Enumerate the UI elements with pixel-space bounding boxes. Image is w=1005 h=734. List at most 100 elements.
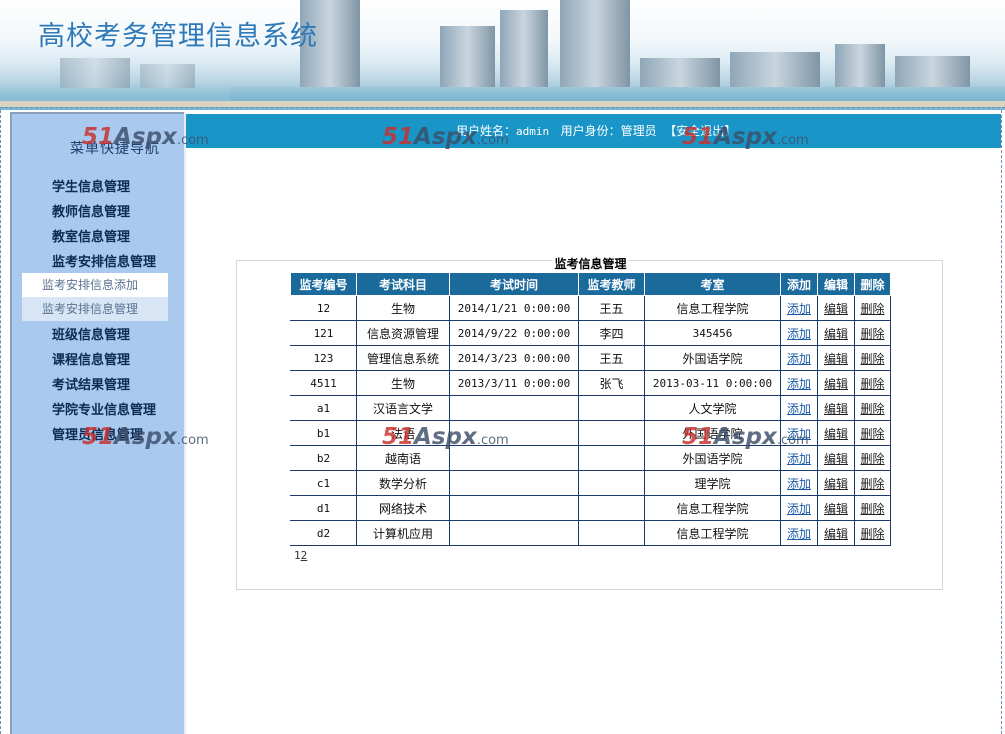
edit-link[interactable]: 编辑 [824, 377, 848, 391]
cell-room: 2013-03-11 0:00:00 [644, 370, 781, 396]
cell-teacher [578, 495, 645, 521]
sidebar-title: 菜单快捷导航 [70, 141, 160, 157]
add-link[interactable]: 添加 [787, 452, 811, 466]
cell-action: 添加 [780, 495, 818, 521]
edit-link[interactable]: 编辑 [824, 477, 848, 491]
panel-title: 监考信息管理 [552, 257, 629, 271]
edit-link[interactable]: 编辑 [824, 452, 848, 466]
cell-id: b1 [290, 420, 357, 446]
delete-link[interactable]: 删除 [860, 502, 884, 516]
user-role-label: 用户身份： [560, 124, 621, 138]
edit-link[interactable]: 编辑 [824, 527, 848, 541]
edit-link[interactable]: 编辑 [824, 427, 848, 441]
cell-action: 编辑 [817, 320, 855, 346]
banner-building [500, 10, 548, 88]
cell-action: 添加 [780, 370, 818, 396]
user-info: 用户姓名：admin 用户身份：管理员 【安全退出】 [456, 122, 736, 139]
cell-action: 删除 [854, 495, 891, 521]
sidebar-subitem-invigilation-manage[interactable]: 监考安排信息管理 [22, 297, 168, 321]
add-link[interactable]: 添加 [787, 302, 811, 316]
delete-link[interactable]: 删除 [860, 452, 884, 466]
delete-link[interactable]: 删除 [860, 377, 884, 391]
edit-link[interactable]: 编辑 [824, 302, 848, 316]
sidebar-item-admin[interactable]: 管理员信息管理 [52, 424, 143, 443]
delete-link[interactable]: 删除 [860, 527, 884, 541]
delete-link[interactable]: 删除 [860, 302, 884, 316]
cell-room: 外国语学院 [644, 345, 781, 371]
add-link[interactable]: 添加 [787, 327, 811, 341]
banner-building [140, 64, 195, 88]
sidebar-item-teacher[interactable]: 教师信息管理 [52, 201, 130, 220]
sidebar-item-college-major[interactable]: 学院专业信息管理 [52, 399, 156, 418]
add-link[interactable]: 添加 [787, 427, 811, 441]
column-header[interactable]: 监考教师 [578, 272, 645, 296]
cell-teacher: 李四 [578, 320, 645, 346]
table-row: d1 网络技术 信息工程学院 添加 编辑 删除 [290, 495, 891, 521]
delete-link[interactable]: 删除 [860, 327, 884, 341]
add-link[interactable]: 添加 [787, 377, 811, 391]
delete-link[interactable]: 删除 [860, 352, 884, 366]
add-link[interactable]: 添加 [787, 352, 811, 366]
cell-teacher: 王五 [578, 345, 645, 371]
sidebar-item-exam-result[interactable]: 考试结果管理 [52, 374, 130, 393]
cell-action: 删除 [854, 420, 891, 446]
cell-action: 编辑 [817, 345, 855, 371]
delete-link[interactable]: 删除 [860, 477, 884, 491]
page-current: 1 [294, 549, 301, 562]
column-header: 编辑 [817, 272, 855, 296]
add-link[interactable]: 添加 [787, 402, 811, 416]
edit-link[interactable]: 编辑 [824, 402, 848, 416]
sidebar-item-class[interactable]: 班级信息管理 [52, 324, 130, 343]
page-link[interactable]: 2 [301, 549, 308, 562]
edit-link[interactable]: 编辑 [824, 502, 848, 516]
column-header[interactable]: 考试科目 [356, 272, 450, 296]
cell-id: b2 [290, 445, 357, 471]
add-link[interactable]: 添加 [787, 477, 811, 491]
cell-action: 编辑 [817, 295, 855, 321]
cell-time [449, 495, 579, 521]
cell-room: 人文学院 [644, 395, 781, 421]
edit-link[interactable]: 编辑 [824, 327, 848, 341]
column-header[interactable]: 监考编号 [290, 272, 357, 296]
column-header[interactable]: 考室 [644, 272, 781, 296]
user-info-bar: 用户姓名：admin 用户身份：管理员 【安全退出】 [186, 114, 1001, 148]
sidebar-item-student[interactable]: 学生信息管理 [52, 176, 130, 195]
logout-link[interactable]: 【安全退出】 [664, 124, 736, 138]
cell-action: 删除 [854, 395, 891, 421]
cell-action: 添加 [780, 520, 818, 546]
frame-border-left [0, 110, 2, 734]
sidebar-item-invigilation[interactable]: 监考安排信息管理 [52, 251, 156, 270]
cell-subject: 网络技术 [356, 495, 450, 521]
cell-teacher [578, 395, 645, 421]
cell-teacher [578, 420, 645, 446]
banner-building [895, 56, 970, 88]
cell-time [449, 420, 579, 446]
cell-time [449, 520, 579, 546]
delete-link[interactable]: 删除 [860, 427, 884, 441]
sidebar-item-classroom[interactable]: 教室信息管理 [52, 226, 130, 245]
edit-link[interactable]: 编辑 [824, 352, 848, 366]
cell-time [449, 395, 579, 421]
cell-room: 345456 [644, 320, 781, 346]
cell-teacher [578, 445, 645, 471]
cell-subject: 法语 [356, 420, 450, 446]
table-row: 4511 生物 2013/3/11 0:00:00 张飞 2013-03-11 0:00… [290, 370, 891, 396]
add-link[interactable]: 添加 [787, 502, 811, 516]
cell-time: 2014/9/22 0:00:00 [449, 320, 579, 346]
cell-action: 编辑 [817, 370, 855, 396]
column-header[interactable]: 考试时间 [449, 272, 579, 296]
cell-action: 添加 [780, 420, 818, 446]
add-link[interactable]: 添加 [787, 527, 811, 541]
cell-action: 删除 [854, 520, 891, 546]
sidebar-subitem-invigilation-add[interactable]: 监考安排信息添加 [22, 273, 168, 297]
delete-link[interactable]: 删除 [860, 402, 884, 416]
cell-subject: 汉语言文学 [356, 395, 450, 421]
cell-room: 理学院 [644, 470, 781, 496]
banner-building [560, 0, 630, 88]
cell-action: 删除 [854, 345, 891, 371]
cell-subject: 信息资源管理 [356, 320, 450, 346]
banner-building [640, 58, 720, 88]
cell-subject: 计算机应用 [356, 520, 450, 546]
cell-action: 编辑 [817, 445, 855, 471]
sidebar-item-course[interactable]: 课程信息管理 [52, 349, 130, 368]
